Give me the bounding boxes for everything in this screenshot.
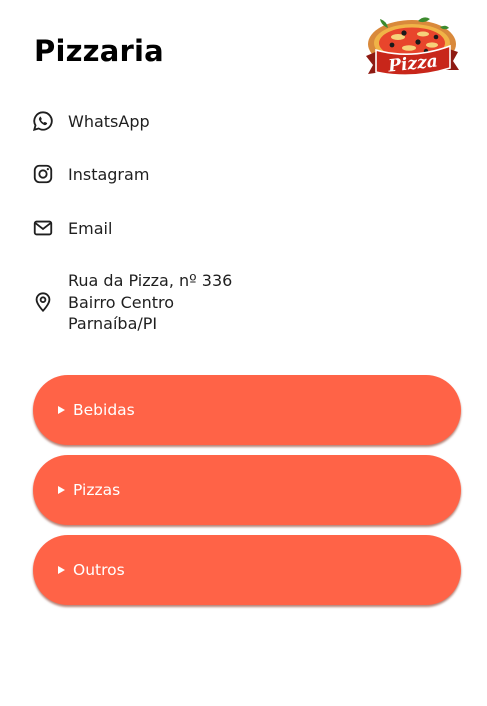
menu-item-label: Bebidas [73,401,135,419]
caret-right-icon [58,486,65,494]
whatsapp-icon [32,110,54,132]
email-icon [32,217,54,239]
menu-item-pizzas[interactable]: Pizzas [33,455,461,525]
header: Pizzaria Pizza [0,0,487,90]
caret-right-icon [58,406,65,414]
address-district: Bairro Centro [68,292,175,312]
caret-right-icon [58,566,65,574]
pizza-logo-icon: Pizza [360,12,464,80]
address: Rua da Pizza, nº 336 Bairro Centro Parna… [32,270,232,335]
address-street: Rua da Pizza, nº 336 [68,271,233,290]
menu-item-outros[interactable]: Outros [33,535,461,605]
menu-item-bebidas[interactable]: Bebidas [33,375,461,445]
address-lines: Rua da Pizza, nº 336 Bairro Centro Parna… [68,270,232,335]
contact-label-whatsapp: WhatsApp [68,111,150,131]
contact-instagram[interactable]: Instagram [32,163,149,185]
location-pin-icon [32,291,54,313]
contact-whatsapp[interactable]: WhatsApp [32,110,150,132]
address-city: Parnaíba/PI [68,314,158,333]
page-title: Pizzaria [34,34,164,68]
menu-item-label: Outros [73,561,125,579]
contact-email[interactable]: Email [32,217,112,239]
contact-label-email: Email [68,218,113,238]
menu-item-label: Pizzas [73,481,121,499]
instagram-icon [32,163,54,185]
contact-label-instagram: Instagram [68,164,150,184]
